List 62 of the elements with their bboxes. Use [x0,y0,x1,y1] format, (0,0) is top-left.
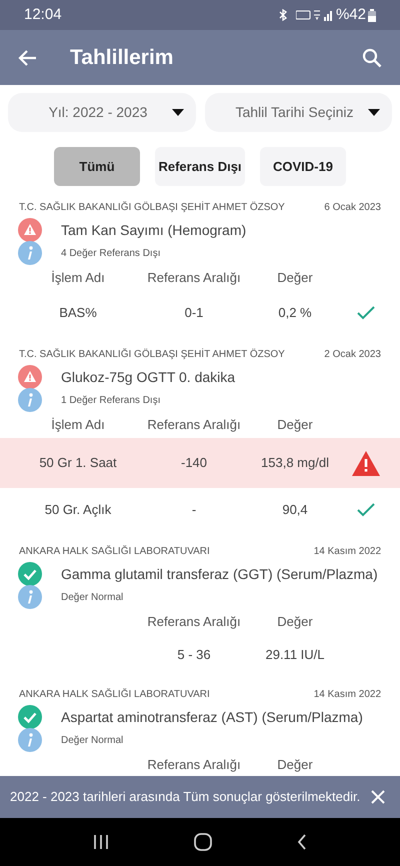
column-header: Referans Aralığı [146,416,242,434]
warning-icon [18,218,42,242]
column-header: İşlem Adı [50,416,106,434]
table-cell-text: 5 - 36 [176,646,212,664]
test-title[interactable]: Gamma glutamil transferaz (GGT) (Serum/Plazma) [61,564,378,584]
table-cell-text: 90,4 [281,501,309,520]
status-note: Değer Normal [61,734,124,748]
battery-icon [368,8,376,22]
table-cell-text: 50 Gr. Açlık [44,501,112,520]
filter-tab[interactable]: Referans Dışı [155,147,245,186]
table-cell-text: 50 Gr 1. Saat [38,454,118,472]
status-note: 4 Değer Referans Dışı [61,246,160,260]
test-title[interactable]: Glukoz-75g OGTT 0. dakika [61,366,236,388]
check-icon [357,503,375,517]
check-icon [18,562,42,586]
status-time: 12:04 [24,4,62,25]
battery-percent: %42 [336,4,366,25]
test-title[interactable]: Tam Kan Sayımı (Hemogram) [61,220,246,240]
year-dropdown[interactable]: Yıl: 2022 - 2023 [8,93,196,132]
page-title: Tahlillerim [70,44,174,71]
column-header: Referans Aralığı [146,613,242,632]
column-header: Referans Aralığı [146,269,242,288]
bluetooth-icon [278,9,288,21]
test-title[interactable]: Aspartat aminotransferaz (AST) (Serum/Plazma) [61,706,363,728]
status-note: 1 Değer Referans Dışı [61,394,160,408]
result-date: 6 Ocak 2023 [324,201,381,215]
table-cell-text: - [190,501,198,520]
lab-name: T.C. SAĞLIK BAKANLIĞI GÖLBAŞI ŞEHİT AHMET ÖZSOY [19,200,285,215]
table-cell-text: -140 [180,454,208,472]
caret-icon [172,109,184,116]
check-icon [18,705,42,729]
filter-tab[interactable]: Tümü [54,147,140,186]
column-header: İşlem Adı [50,269,106,288]
back-nav-button[interactable] [297,834,308,850]
column-header: Referans Aralığı [146,756,242,774]
column-header: Değer [276,416,314,434]
result-date: 14 Kasım 2022 [314,545,381,559]
column-header: Değer [276,756,314,774]
signal-icon [296,9,332,21]
caret-icon [368,109,380,116]
home-button[interactable] [194,833,212,851]
recents-button[interactable] [92,834,109,850]
column-header: Değer [276,269,314,288]
snackbar-message: 2022 - 2023 tarihleri arasında Tüm sonuçlar gösterilmektedir. [10,788,362,806]
warning-icon [352,450,380,476]
result-date: 14 Kasım 2022 [314,688,381,702]
warning-icon [18,365,42,389]
date-dropdown[interactable]: Tahlil Tarihi Seçiniz [205,93,392,132]
table-cell-text: 0,2 % [277,304,313,322]
table-cell-text: 0-1 [184,304,204,322]
lab-name: T.C. SAĞLIK BAKANLIĞI GÖLBAŞI ŞEHİT AHMET ÖZSOY [19,347,285,362]
check-icon [357,306,375,320]
lab-name: ANKARA HALK SAĞLIĞI LABORATUVARI [19,544,210,559]
lab-name: ANKARA HALK SAĞLIĞI LABORATUVARI [19,687,210,702]
table-cell-text: 153,8 mg/dl [260,454,330,472]
column-header: Değer [276,613,314,632]
table-cell-text: BAS% [58,304,98,322]
table-cell-text: 29.11 IU/L [264,646,326,664]
status-note: Değer Normal [61,590,124,604]
close-button[interactable] [370,789,386,805]
filter-tab[interactable]: COVID-19 [260,147,346,186]
result-date: 2 Ocak 2023 [324,348,381,362]
